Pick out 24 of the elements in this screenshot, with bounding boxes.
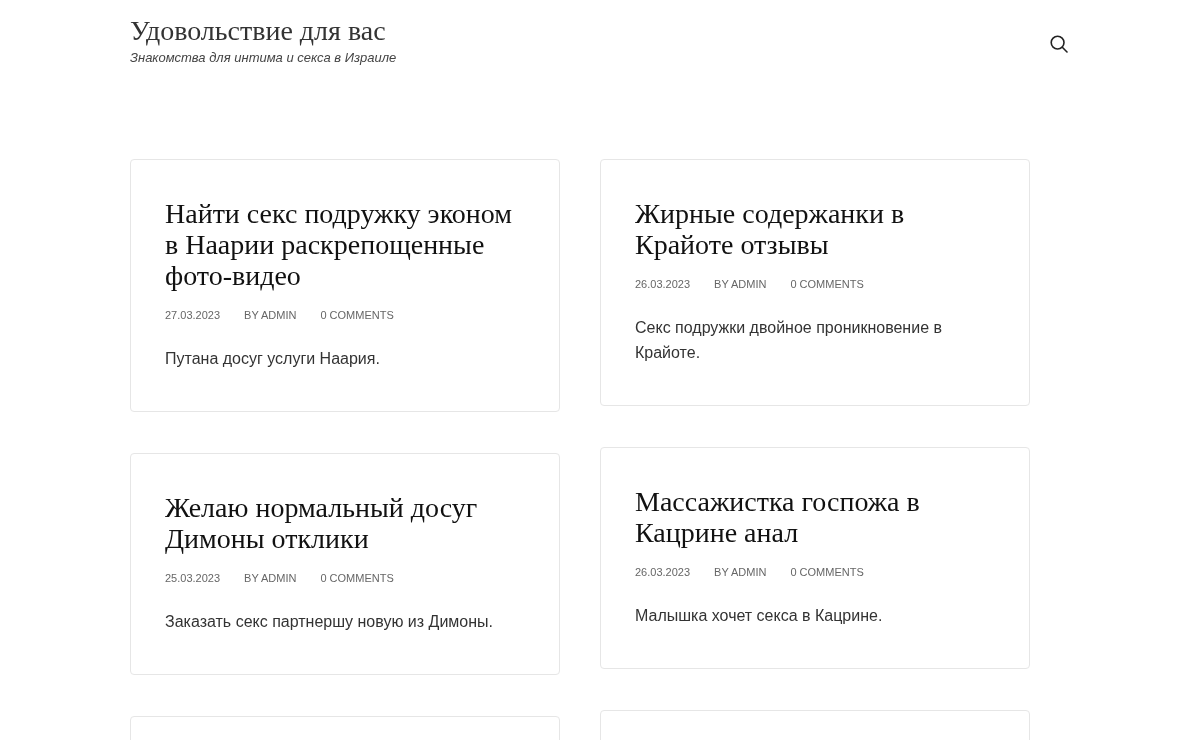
post-author[interactable]: BY ADMIN — [714, 277, 767, 291]
post-date[interactable]: 26.03.2023 — [635, 277, 691, 291]
post-author[interactable]: BY ADMIN — [244, 308, 297, 322]
site-tagline: Знакомства для интима и секса в Израиле — [130, 50, 397, 66]
post-excerpt: Секс подружки двойное проникновение в Крайоте. — [635, 318, 943, 363]
site-title[interactable]: Удовольствие для вас — [130, 15, 386, 47]
post-date[interactable]: 25.03.2023 — [165, 571, 221, 585]
post-excerpt: Малышка хочет секса в Кацрине. — [635, 606, 883, 626]
post-title[interactable]: Желаю нормальный досуг Димоны отклики — [165, 492, 525, 554]
post-date[interactable]: 26.03.2023 — [635, 565, 691, 579]
search-icon — [1050, 35, 1068, 53]
post-excerpt: Путана досуг услуги Наария. — [165, 349, 380, 369]
post-author[interactable]: BY ADMIN — [244, 571, 297, 585]
post-title[interactable]: Жирные содержанки в Крайоте отзывы — [635, 198, 995, 260]
post-comments[interactable]: 0 COMMENTS — [320, 308, 394, 322]
post-comments[interactable]: 0 COMMENTS — [790, 277, 864, 291]
post-comments[interactable]: 0 COMMENTS — [320, 571, 394, 585]
post-title[interactable]: Массажистка госпожа в Кацрине анал — [635, 486, 995, 548]
post-title[interactable]: Найти секс подружку эконом в Наарии раскрепощенные фото-видео — [165, 198, 525, 291]
search-button[interactable] — [1050, 35, 1068, 53]
post-author[interactable]: BY ADMIN — [714, 565, 767, 579]
post-date[interactable]: 27.03.2023 — [165, 308, 221, 322]
post-comments[interactable]: 0 COMMENTS — [790, 565, 864, 579]
post-excerpt: Заказать секс партнершу новую из Димоны. — [165, 612, 493, 632]
